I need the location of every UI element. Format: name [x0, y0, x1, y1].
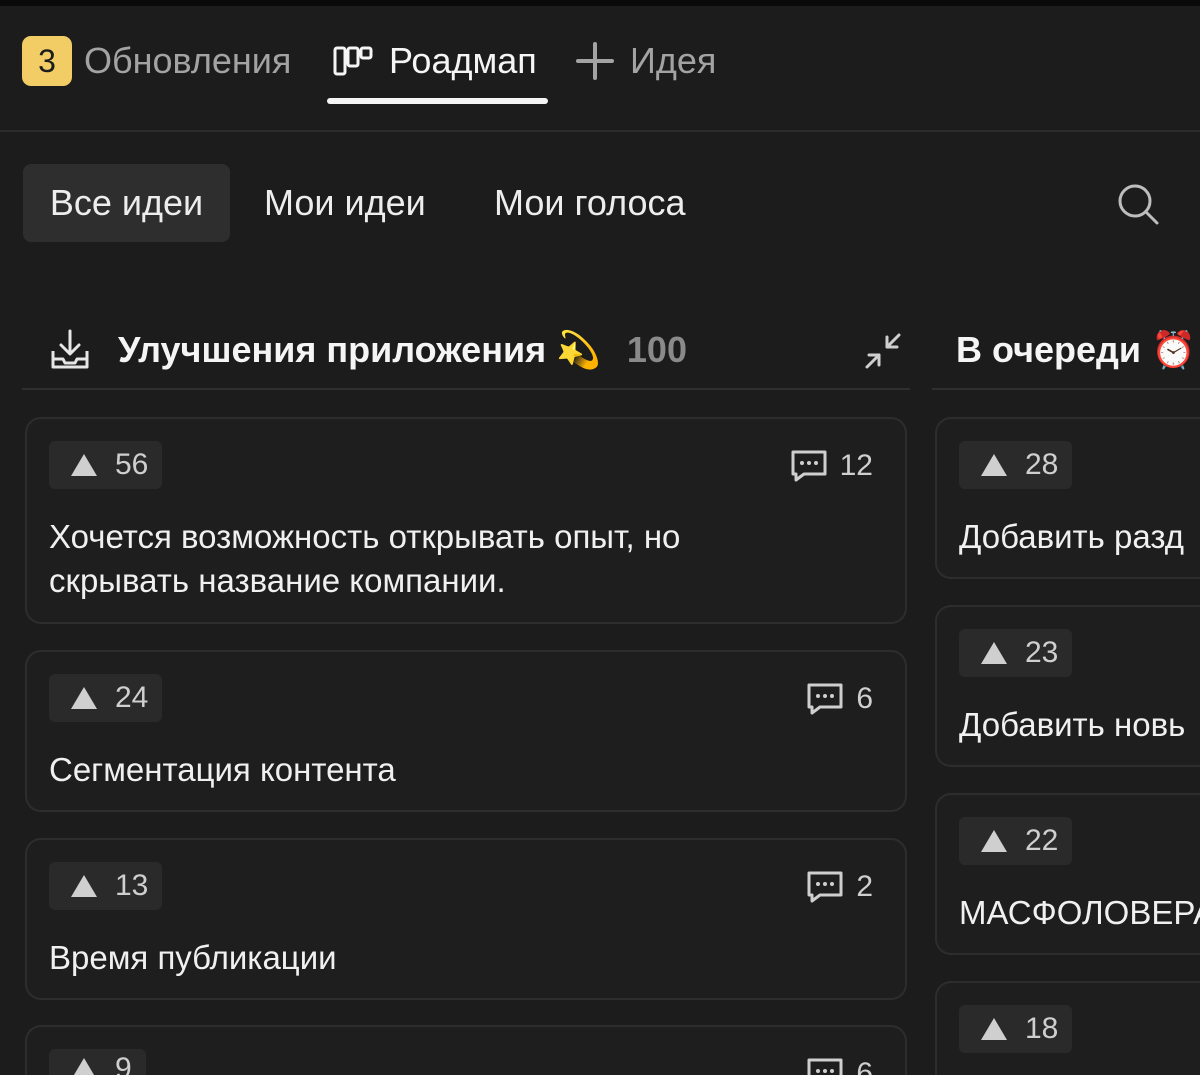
filter-my-votes[interactable]: Мои голоса: [472, 164, 708, 242]
filter-tabs: Все идеи Мои идеи Мои голоса: [0, 164, 1200, 244]
upvote-button[interactable]: 22: [959, 817, 1073, 865]
column-count: 100: [626, 329, 687, 370]
comment-count: 12: [839, 449, 873, 482]
comments-count[interactable]: 6: [806, 1057, 873, 1075]
comment-count: 6: [856, 682, 873, 715]
top-nav: 3 Обновления Роадмап Идея: [0, 6, 1200, 132]
upvote-triangle-icon: [71, 875, 97, 897]
plus-icon: [576, 42, 614, 80]
upvote-triangle-icon: [71, 1058, 97, 1075]
nav-roadmap-label: Роадмап: [389, 40, 537, 81]
updates-count-badge: 3: [22, 36, 72, 86]
nav-updates[interactable]: 3 Обновления: [22, 6, 291, 116]
search-icon[interactable]: [1116, 182, 1160, 231]
column-title: В очереди ⏰: [956, 329, 1196, 370]
idea-card[interactable]: 9 6: [25, 1025, 907, 1075]
vote-count: 13: [115, 869, 149, 902]
nav-idea-label: Идея: [630, 40, 717, 81]
upvote-triangle-icon: [981, 642, 1007, 664]
upvote-triangle-icon: [71, 687, 97, 709]
idea-card[interactable]: 56 12 Хочется возможность открывать опыт…: [25, 417, 907, 624]
nav-updates-label: Обновления: [84, 40, 292, 81]
idea-card[interactable]: 18: [935, 981, 1200, 1075]
idea-title: Добавить разд: [959, 518, 1185, 555]
vote-count: 56: [115, 448, 149, 481]
idea-card[interactable]: 13 2 Время публикации: [25, 838, 907, 1000]
nav-active-underline: [327, 98, 548, 104]
upvote-button[interactable]: 18: [959, 1005, 1073, 1053]
comment-icon: [791, 450, 827, 482]
comments-count[interactable]: 12: [790, 449, 873, 483]
roadmap-board-icon: [333, 46, 373, 76]
upvote-button[interactable]: 56: [49, 441, 163, 489]
collapse-arrows-icon[interactable]: [864, 332, 902, 370]
comment-icon: [807, 871, 843, 903]
vote-count: 22: [1025, 824, 1059, 857]
upvote-triangle-icon: [981, 830, 1007, 852]
comment-count: 6: [856, 1057, 873, 1075]
vote-count: 18: [1025, 1012, 1059, 1045]
upvote-button[interactable]: 9: [49, 1049, 146, 1075]
upvote-triangle-icon: [981, 1018, 1007, 1040]
idea-card[interactable]: 24 6 Сегментация контента: [25, 650, 907, 812]
upvote-button[interactable]: 23: [959, 629, 1073, 677]
idea-title: МАСФОЛОВЕРА: [959, 894, 1200, 931]
column-header-improvements: Улучшения приложения 💫 100: [50, 310, 910, 390]
upvote-button[interactable]: 28: [959, 441, 1073, 489]
filter-my-ideas[interactable]: Мои идеи: [242, 164, 448, 242]
idea-card[interactable]: 28 Добавить разд: [935, 417, 1200, 579]
idea-title: Время публикации: [49, 939, 337, 976]
comment-icon: [807, 683, 843, 715]
idea-card[interactable]: 22 МАСФОЛОВЕРА: [935, 793, 1200, 955]
comments-count[interactable]: 6: [806, 682, 873, 716]
comment-icon: [807, 1058, 843, 1075]
column-divider: [932, 388, 1200, 390]
column-divider: [22, 388, 910, 390]
idea-title: Сегментация контента: [49, 751, 396, 788]
upvote-button[interactable]: 13: [49, 862, 163, 910]
column-header-queue: В очереди ⏰: [956, 310, 1200, 390]
upvote-triangle-icon: [71, 454, 97, 476]
comments-count[interactable]: 2: [806, 870, 873, 904]
idea-title: Хочется возможность открывать опыт, но с…: [49, 518, 681, 599]
vote-count: 23: [1025, 636, 1059, 669]
inbox-download-icon: [50, 329, 90, 371]
comment-count: 2: [856, 870, 873, 903]
vote-count: 28: [1025, 448, 1059, 481]
idea-card[interactable]: 23 Добавить новь: [935, 605, 1200, 767]
idea-title: Добавить новь: [959, 706, 1186, 743]
upvote-button[interactable]: 24: [49, 674, 163, 722]
column-title: Улучшения приложения 💫: [118, 329, 601, 370]
vote-count: 9: [115, 1052, 132, 1075]
filter-all-ideas[interactable]: Все идеи: [23, 164, 230, 242]
upvote-triangle-icon: [981, 454, 1007, 476]
nav-new-idea[interactable]: Идея: [576, 6, 716, 116]
vote-count: 24: [115, 681, 149, 714]
